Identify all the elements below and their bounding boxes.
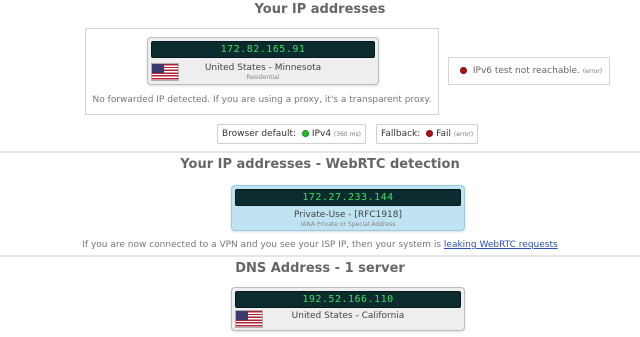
section-divider — [0, 151, 640, 153]
red-status-dot-icon — [426, 130, 434, 137]
webrtc-location: Private-Use - [RFC1918] — [293, 210, 403, 220]
ip-location: United States - Minnesota — [204, 63, 322, 73]
dns-location: United States - California — [291, 311, 405, 321]
dns-ip-card: 192.52.166.110 United States - Californi… — [231, 287, 465, 331]
fallback-badge: Fallback: Fail (error) — [376, 124, 479, 144]
section-title-webrtc: Your IP addresses - WebRTC detection — [180, 157, 460, 172]
browser-default-label: Browser default: — [222, 129, 297, 139]
ipv6-status-text: IPv6 test not reachable. — [472, 66, 580, 76]
section-divider — [0, 255, 640, 257]
ip-address-display[interactable]: 172.82.165.91 — [151, 41, 375, 58]
ipv6-error: (error) — [582, 68, 603, 75]
ip-type: Residential — [246, 74, 280, 81]
webrtc-ip-type: IANA Private or Special Address — [300, 221, 396, 228]
section-title-ip-addresses: Your IP addresses — [254, 2, 386, 17]
red-status-dot-icon — [460, 67, 467, 74]
ip-address-frame: 172.82.165.91 United States - Minnesota … — [85, 28, 439, 115]
green-status-dot-icon — [301, 130, 309, 137]
fallback-label: Fallback: — [381, 129, 421, 139]
browser-default-value: IPv4 — [311, 129, 332, 139]
webrtc-ip-card: 172.27.233.144 Private-Use - [RFC1918] I… — [231, 185, 465, 231]
fallback-value: Fail — [436, 129, 452, 139]
ipv6-status-box: IPv6 test not reachable. (error) — [448, 57, 610, 85]
webrtc-note: If you are now connected to a VPN and yo… — [0, 240, 640, 250]
leaking-webrtc-link[interactable]: leaking WebRTC requests — [444, 240, 558, 250]
webrtc-ip-display[interactable]: 172.27.233.144 — [235, 189, 461, 206]
webrtc-note-text: If you are now connected to a VPN and yo… — [82, 240, 442, 250]
dns-ip-display[interactable]: 192.52.166.110 — [235, 291, 461, 308]
ip-card-main: 172.82.165.91 United States - Minnesota … — [147, 37, 379, 85]
browser-default-badge: Browser default: IPv4 (360 ms) — [217, 124, 366, 144]
forwarded-ip-note: No forwarded IP detected. If you are usi… — [92, 95, 432, 105]
browser-default-latency: (360 ms) — [333, 131, 361, 138]
section-title-dns: DNS Address - 1 server — [235, 261, 405, 276]
fallback-error: (error) — [453, 131, 474, 138]
